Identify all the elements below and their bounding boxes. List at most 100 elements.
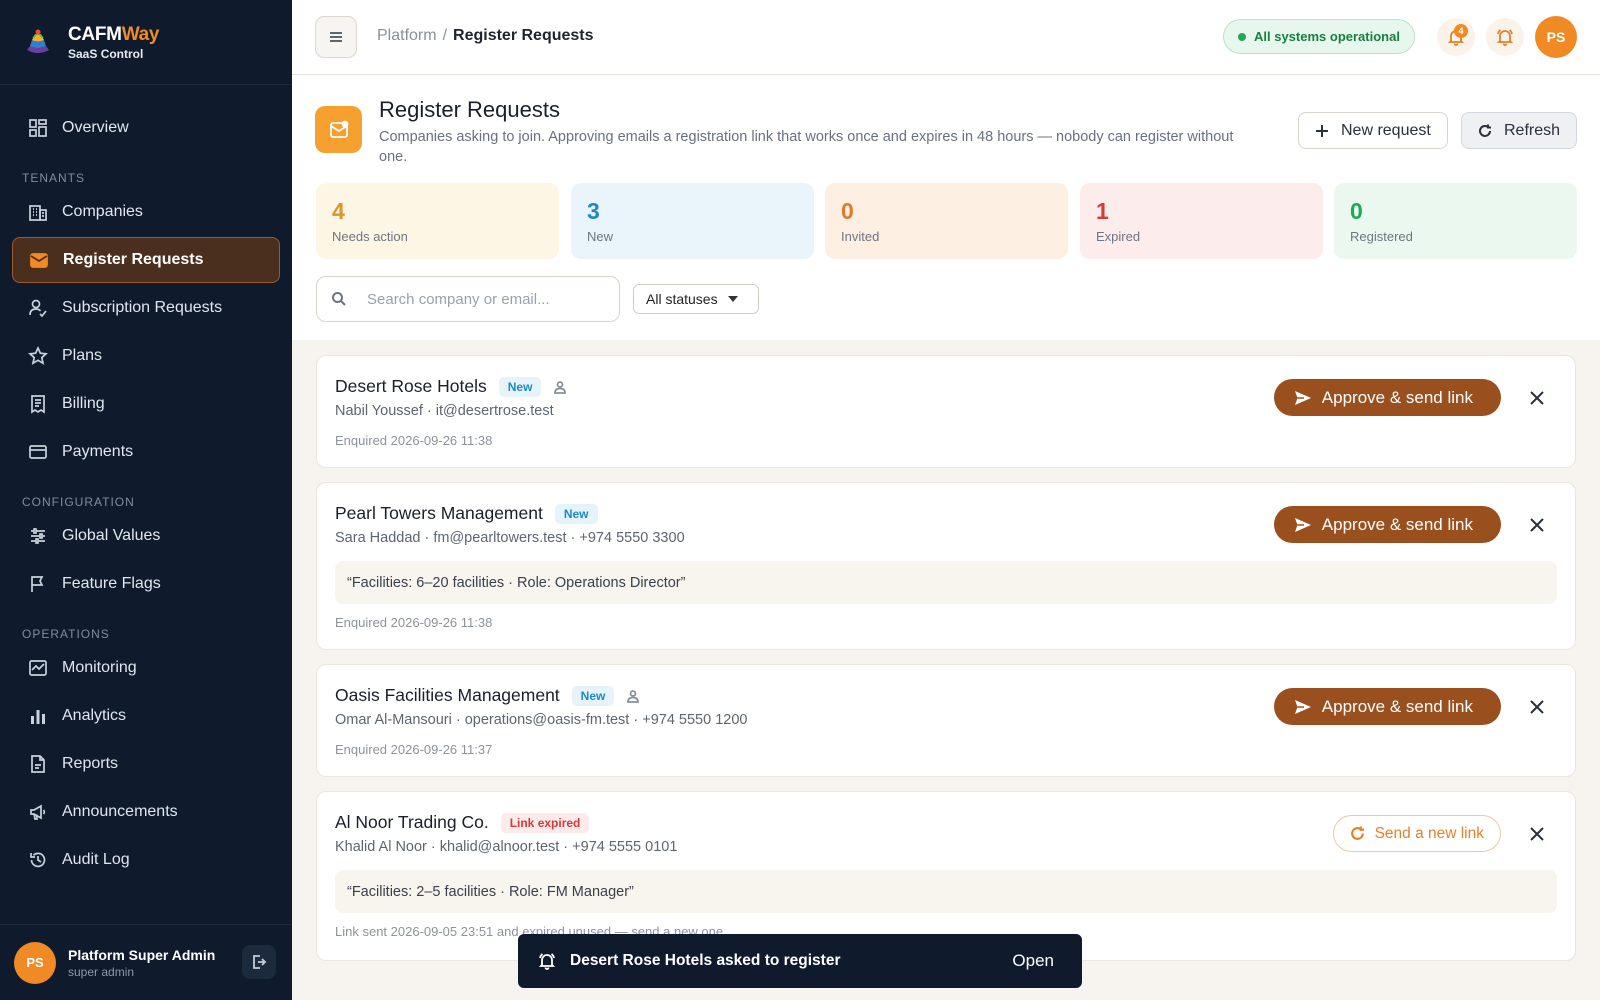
stat-label: Expired	[1096, 229, 1141, 244]
breadcrumb-separator: /	[442, 27, 448, 44]
nav-section-tenants: TENANTS	[22, 171, 86, 185]
status-dot-icon	[1238, 32, 1246, 41]
nav-section-operations: OPERATIONS	[22, 627, 110, 641]
refresh-label: Refresh	[1504, 121, 1561, 139]
toast-message: Desert Rose Hotels asked to register	[570, 952, 841, 969]
avatar[interactable]: PS	[14, 941, 56, 984]
approve-send-link-button[interactable]: Approve & send link	[1273, 379, 1501, 416]
system-status-badge[interactable]: All systems operational	[1223, 19, 1415, 54]
brand[interactable]: CAFMWay SaaS Control	[0, 0, 292, 85]
breadcrumb: Platform / Register Requests	[377, 27, 594, 45]
refresh-button[interactable]: Refresh	[1461, 112, 1578, 149]
stat-value: 0	[841, 198, 854, 224]
sidebar-item-payments[interactable]: Payments	[12, 429, 280, 475]
sidebar-item-analytics[interactable]: Analytics	[12, 693, 280, 739]
stat-card-expired[interactable]: 1 Expired	[1080, 183, 1323, 259]
dismiss-button[interactable]	[1525, 386, 1549, 410]
send-new-link-label: Send a new link	[1374, 824, 1484, 842]
stat-card-needs-action[interactable]: 4 Needs action	[316, 183, 559, 259]
status-filter-select[interactable]: All statuses	[633, 284, 759, 314]
sidebar-item-label: Monitoring	[62, 659, 137, 676]
sidebar-item-label: Plans	[62, 347, 103, 364]
alerts-button[interactable]	[1486, 18, 1524, 56]
sidebar-item-label: Announcements	[62, 803, 178, 820]
sidebar-item-subscription-requests[interactable]: Subscription Requests	[12, 285, 280, 331]
sidebar-item-billing[interactable]: Billing	[12, 381, 280, 427]
stat-label: Invited	[841, 229, 880, 244]
sidebar-item-label: Register Requests	[63, 251, 204, 268]
sidebar-nav: Overview TENANTS Companies Register Requ…	[0, 85, 292, 883]
status-badge: Link expired	[500, 812, 590, 833]
brand-subtitle: SaaS Control	[68, 46, 144, 61]
sidebar-item-companies[interactable]: Companies	[12, 189, 280, 235]
breadcrumb-current: Register Requests	[453, 27, 594, 44]
dismiss-button[interactable]	[1525, 822, 1549, 846]
sidebar-item-label: Audit Log	[62, 851, 130, 868]
stat-value: 0	[1350, 198, 1363, 224]
new-request-button[interactable]: New request	[1298, 112, 1448, 149]
top-header: Platform / Register Requests All systems o…	[292, 0, 1600, 75]
request-card: Desert Rose Hotels New Nabil Youssef · i…	[316, 355, 1576, 468]
send-icon	[1294, 699, 1311, 714]
megaphone-icon	[30, 804, 46, 820]
company-name: Pearl Towers Management	[335, 503, 543, 523]
request-company: Al Noor Trading Co. Link expired	[335, 812, 590, 833]
approve-send-link-button[interactable]: Approve & send link	[1273, 688, 1501, 725]
system-status-text: All systems operational	[1254, 29, 1400, 44]
close-icon	[1530, 827, 1544, 841]
request-company: Pearl Towers Management New	[335, 503, 598, 524]
star-icon	[28, 346, 48, 365]
search-input[interactable]	[367, 290, 597, 308]
register-requests-icon	[315, 106, 362, 153]
status-badge: New	[498, 376, 542, 397]
sidebar-item-label: Payments	[62, 443, 134, 460]
sidebar-item-register-requests[interactable]: Register Requests	[12, 237, 280, 283]
request-card: Pearl Towers Management New Sara Haddad …	[316, 482, 1576, 650]
close-icon	[1530, 700, 1544, 714]
company-name: Oasis Facilities Management	[335, 685, 560, 705]
sidebar-item-label: Analytics	[62, 707, 127, 724]
sidebar-item-monitoring[interactable]: Monitoring	[12, 645, 280, 691]
company-name: Desert Rose Hotels	[335, 376, 487, 396]
sidebar-item-plans[interactable]: Plans	[12, 333, 280, 379]
stat-card-invited[interactable]: 0 Invited	[825, 183, 1068, 259]
request-company: Oasis Facilities Management New	[335, 685, 640, 706]
refresh-icon	[1479, 124, 1491, 137]
search-field[interactable]	[316, 276, 620, 322]
status-badge: New	[554, 503, 598, 524]
credit-card-icon	[29, 445, 47, 459]
sidebar-item-feature-flags[interactable]: Feature Flags	[12, 561, 280, 607]
sidebar-item-label: Companies	[62, 203, 143, 220]
sidebar-item-label: Subscription Requests	[62, 299, 223, 316]
monitor-chart-icon	[29, 660, 47, 676]
dismiss-button[interactable]	[1525, 695, 1549, 719]
breadcrumb-root[interactable]: Platform	[377, 27, 437, 44]
stat-card-new[interactable]: 3 New	[571, 183, 814, 259]
user-avatar-button[interactable]: PS	[1535, 16, 1577, 58]
sidebar-item-label: Billing	[62, 395, 105, 412]
notifications-button[interactable]: 4	[1437, 18, 1475, 56]
toast-open-button[interactable]: Open	[1012, 951, 1054, 971]
dismiss-button[interactable]	[1525, 513, 1549, 537]
sidebar-item-overview[interactable]: Overview	[12, 105, 280, 151]
sidebar-item-announcements[interactable]: Announcements	[12, 789, 280, 835]
logout-button[interactable]	[242, 945, 276, 979]
user-role: super admin	[68, 964, 135, 979]
hamburger-icon	[330, 32, 342, 42]
logout-icon	[253, 955, 267, 969]
stat-value: 4	[332, 198, 345, 224]
request-meta: Enquired 2026-09-26 11:37	[335, 742, 493, 757]
send-new-link-button[interactable]: Send a new link	[1332, 815, 1501, 852]
menu-toggle-button[interactable]	[315, 16, 357, 58]
approve-send-link-button[interactable]: Approve & send link	[1273, 506, 1501, 543]
bar-chart-icon	[31, 710, 45, 724]
approve-label: Approve & send link	[1321, 514, 1473, 534]
page-header: Register Requests Companies asking to jo…	[292, 75, 1600, 340]
request-contact: Khalid Al Noor · khalid@alnoor.test · +9…	[335, 839, 678, 855]
page-description: Companies asking to join. Approving emai…	[379, 129, 1234, 165]
stat-card-registered[interactable]: 0 Registered	[1334, 183, 1577, 259]
sidebar-item-global-values[interactable]: Global Values	[12, 513, 280, 559]
person-icon	[627, 689, 640, 703]
sidebar-item-audit-log[interactable]: Audit Log	[12, 837, 280, 883]
sidebar-item-reports[interactable]: Reports	[12, 741, 280, 787]
